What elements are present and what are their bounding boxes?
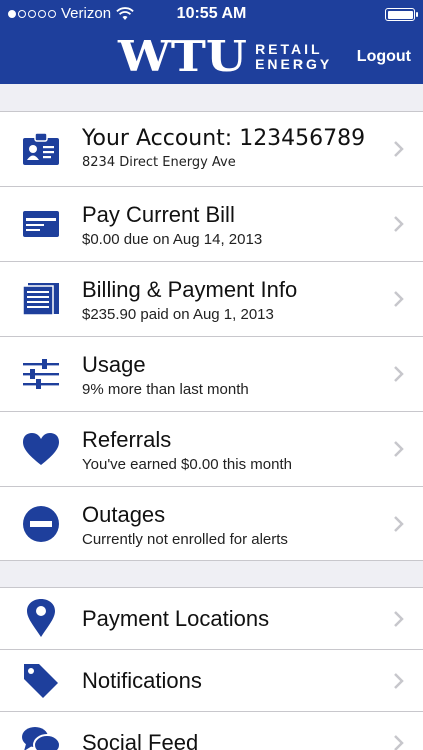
chevron-right-icon (394, 216, 404, 232)
credit-card-icon (21, 204, 61, 244)
menu-item-title: Pay Current Bill (82, 202, 235, 227)
menu-item-subtitle: $0.00 due on Aug 14, 2013 (82, 231, 263, 248)
nav-bar: WTU RETAIL ENERGY ™ Logout (0, 28, 423, 84)
logo-sub-line1: RETAIL (255, 41, 323, 57)
logout-button[interactable]: Logout (357, 48, 411, 66)
document-icon (21, 279, 61, 319)
chevron-right-icon (394, 516, 404, 532)
menu-item-subtitle: 9% more than last month (82, 381, 249, 398)
menu-item-title: Outages (82, 502, 166, 527)
account-menu: Your Account: 123456789 8234 Direct Ener… (0, 111, 423, 561)
menu-item-subtitle: You've earned $0.00 this month (82, 456, 292, 473)
menu-item-your-account[interactable]: Your Account: 123456789 8234 Direct Ener… (0, 112, 423, 187)
id-badge-icon (21, 129, 61, 169)
menu-item-title: Payment Locations (82, 606, 270, 631)
chevron-right-icon (394, 441, 404, 457)
speech-bubbles-icon (21, 722, 61, 750)
menu-item-title: Usage (82, 352, 146, 377)
chevron-right-icon (394, 735, 404, 750)
logo-subtitle: RETAIL ENERGY (255, 42, 332, 72)
menu-item-subtitle: 8234 Direct Energy Ave (82, 155, 236, 170)
info-menu: Payment Locations Notifications Social F… (0, 587, 423, 750)
menu-item-title: Notifications (82, 668, 202, 693)
menu-item-subtitle: Currently not enrolled for alerts (82, 531, 288, 548)
menu-item-referrals[interactable]: Referrals You've earned $0.00 this month (0, 412, 423, 487)
minus-circle-icon (21, 504, 61, 544)
menu-item-subtitle: $235.90 paid on Aug 1, 2013 (82, 306, 274, 323)
heart-icon (21, 429, 61, 469)
menu-item-title: Billing & Payment Info (82, 277, 298, 302)
menu-item-billing-payment-info[interactable]: Billing & Payment Info $235.90 paid on A… (0, 262, 423, 337)
menu-item-pay-current-bill[interactable]: Pay Current Bill $0.00 due on Aug 14, 20… (0, 187, 423, 262)
logo-wordmark: WTU (118, 32, 247, 81)
chevron-right-icon (394, 366, 404, 382)
tag-icon (21, 661, 61, 701)
clock: 10:55 AM (176, 5, 247, 22)
trademark-mark: ™ (298, 61, 303, 67)
chevron-right-icon (394, 673, 404, 689)
app-header: Verizon 10:55 AM WTU RETAIL ENERGY ™ Log… (0, 0, 423, 84)
menu-item-notifications[interactable]: Notifications (0, 650, 423, 712)
logo-sub-line2: ENERGY (255, 56, 333, 72)
brand-logo: WTU RETAIL ENERGY (118, 36, 332, 78)
battery-icon (385, 8, 418, 21)
chevron-right-icon (394, 291, 404, 307)
map-pin-icon (21, 598, 61, 638)
menu-item-title: Referrals (82, 427, 172, 452)
sliders-icon (21, 354, 61, 394)
chevron-right-icon (394, 141, 404, 157)
menu-item-outages[interactable]: Outages Currently not enrolled for alert… (0, 487, 423, 562)
menu-item-payment-locations[interactable]: Payment Locations (0, 588, 423, 650)
menu-item-usage[interactable]: Usage 9% more than last month (0, 337, 423, 412)
status-bar: Verizon 10:55 AM (0, 0, 423, 28)
chevron-right-icon (394, 611, 404, 627)
menu-item-social-feed[interactable]: Social Feed (0, 712, 423, 750)
menu-item-title: Your Account: 123456789 (82, 126, 366, 151)
menu-item-title: Social Feed (82, 730, 199, 750)
